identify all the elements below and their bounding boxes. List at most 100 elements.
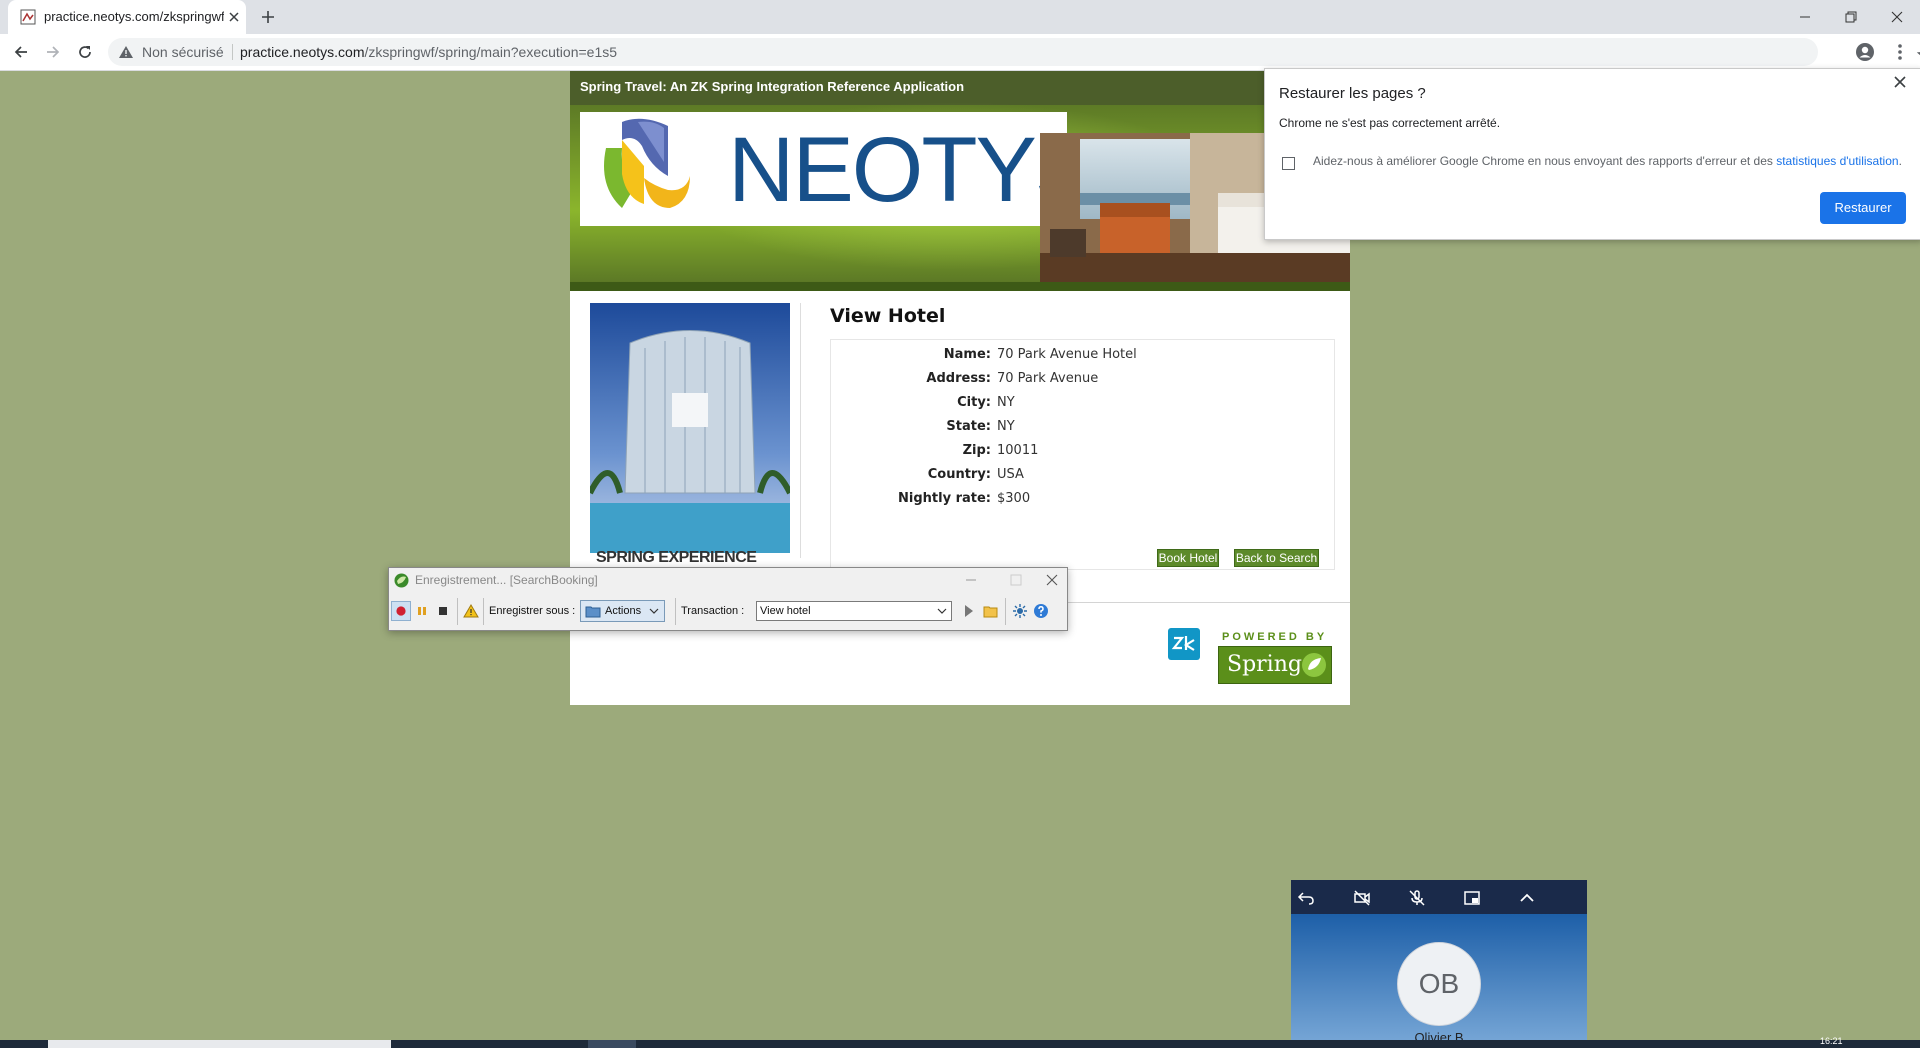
url-text[interactable]: practice.neotys.com/zkspringwf/spring/ma… (240, 44, 617, 60)
usage-stats-checkbox[interactable] (1282, 157, 1295, 170)
actions-dropdown[interactable]: Actions (580, 600, 665, 622)
field-row-city: City: NY (831, 395, 1334, 415)
app-title: Spring Travel: An ZK Spring Integration … (580, 79, 965, 94)
page-favicon-icon (20, 9, 36, 25)
chevron-up-icon[interactable] (1516, 887, 1538, 909)
restore-window-icon[interactable] (1828, 0, 1874, 34)
toolbar-separator (675, 598, 676, 625)
field-row-country: Country: USA (831, 467, 1334, 487)
spring-logo: Spring (1218, 646, 1332, 684)
field-label: Country: (927, 467, 991, 482)
field-row-address: Address: 70 Park Avenue (831, 371, 1334, 391)
bookmark-star-icon[interactable] (1916, 45, 1920, 65)
recording-toolbar-window: Enregistrement... [SearchBooking] Enregi… (388, 567, 1068, 631)
help-icon[interactable] (1031, 601, 1051, 621)
reload-icon[interactable] (74, 41, 96, 63)
open-folder-icon[interactable] (981, 601, 1001, 621)
taskbar-item[interactable] (48, 1040, 391, 1048)
field-label: Zip: (962, 443, 991, 458)
field-value: 70 Park Avenue (997, 371, 1099, 386)
warning-icon[interactable] (461, 601, 481, 621)
video-call-window: OB Olivier B (1291, 880, 1587, 1048)
microphone-off-icon[interactable] (1406, 887, 1428, 909)
transaction-label: Transaction : (681, 605, 745, 617)
recorder-minimize-icon[interactable] (955, 570, 987, 590)
field-value: NY (997, 395, 1015, 410)
hotel-building-photo: SPRING EXPERIENCE (590, 303, 790, 568)
field-value: 10011 (997, 443, 1039, 458)
restore-pages-dialog: Restaurer les pages ? Chrome ne s'est pa… (1264, 68, 1920, 240)
recorder-title: Enregistrement... [SearchBooking] (415, 573, 598, 587)
back-to-search-button[interactable]: Back to Search (1234, 549, 1319, 567)
actions-label: Actions (605, 605, 642, 617)
content-divider (800, 303, 801, 558)
restore-button[interactable]: Restaurer (1820, 192, 1906, 224)
browser-tab-strip: practice.neotys.com/zkspringwf/ (0, 0, 1920, 34)
forward-arrow-icon[interactable] (42, 41, 64, 63)
field-label: Nightly rate: (898, 491, 991, 506)
toolbar-separator (1005, 598, 1006, 625)
taskbar-clock: 16:21 (1820, 1036, 1843, 1046)
url-host: practice.neotys.com (240, 44, 365, 60)
camera-off-icon[interactable] (1351, 887, 1373, 909)
usage-stats-end: . (1898, 154, 1902, 168)
restore-message: Chrome ne s'est pas correctement arrêté. (1279, 116, 1501, 130)
toolbar-separator (457, 598, 458, 625)
taskbar-item[interactable] (588, 1040, 636, 1048)
chrome-menu-icon[interactable] (1890, 42, 1910, 62)
toolbar-separator (483, 598, 484, 625)
browser-toolbar: Non sécurisé practice.neotys.com/zksprin… (0, 34, 1920, 71)
field-row-state: State: NY (831, 419, 1334, 439)
recorder-maximize-icon (1000, 570, 1032, 590)
neoload-app-icon (394, 573, 409, 588)
neotys-logo: NEOTYS (580, 112, 1096, 226)
picture-in-picture-icon[interactable] (1461, 887, 1483, 909)
field-row-zip: Zip: 10011 (831, 443, 1334, 463)
usage-stats-link[interactable]: statistiques d'utilisation (1776, 154, 1898, 168)
pause-icon[interactable] (412, 601, 432, 621)
spring-logo-text: Spring (1227, 652, 1302, 677)
close-window-icon[interactable] (1874, 0, 1920, 34)
field-label: State: (946, 419, 991, 434)
recorder-close-icon[interactable] (1036, 570, 1068, 590)
field-value: USA (997, 467, 1024, 482)
address-bar[interactable]: Non sécurisé practice.neotys.com/zksprin… (108, 38, 1920, 66)
transaction-combobox[interactable]: View hotel (756, 601, 952, 621)
field-row-nightly-rate: Nightly rate: $300 (831, 491, 1334, 511)
restore-title: Restaurer les pages ? (1279, 85, 1426, 102)
field-value: 70 Park Avenue Hotel (997, 347, 1137, 362)
usage-stats-label: Aidez-nous à améliorer Google Chrome en … (1313, 154, 1902, 168)
powered-by-label: POWERED BY (1222, 631, 1328, 643)
field-label: Name: (943, 347, 991, 362)
stop-icon[interactable] (433, 601, 453, 621)
folder-icon (585, 604, 601, 618)
minimize-window-icon[interactable] (1782, 0, 1828, 34)
chevron-down-icon[interactable] (937, 607, 947, 615)
book-hotel-button[interactable]: Book Hotel (1157, 549, 1219, 567)
address-separator (232, 44, 233, 60)
header-bottom-bar (570, 282, 1350, 291)
browser-tab[interactable]: practice.neotys.com/zkspringwf/ (8, 0, 246, 34)
close-icon[interactable] (1893, 75, 1907, 89)
tab-close-icon[interactable] (226, 9, 242, 25)
record-icon[interactable] (391, 601, 411, 621)
return-to-call-icon[interactable] (1295, 887, 1317, 909)
warning-icon[interactable] (118, 45, 134, 59)
zk-logo-icon (1168, 628, 1200, 660)
taskbar: 16:21 (0, 1036, 1920, 1048)
back-arrow-icon[interactable] (10, 41, 32, 63)
security-label[interactable]: Non sécurisé (142, 44, 224, 60)
page-heading: View Hotel (830, 305, 946, 327)
profile-icon[interactable] (1855, 42, 1875, 62)
usage-stats-text: Aidez-nous à améliorer Google Chrome en … (1313, 154, 1777, 168)
settings-icon[interactable] (1010, 601, 1030, 621)
next-transaction-icon[interactable] (959, 601, 979, 621)
field-label: Address: (926, 371, 991, 386)
field-value: NY (997, 419, 1015, 434)
transaction-value: View hotel (760, 605, 811, 617)
new-tab-icon[interactable] (258, 7, 278, 27)
photo-caption: SPRING EXPERIENCE (596, 549, 757, 566)
hotel-details-panel: Name: 70 Park Avenue Hotel Address: 70 P… (830, 339, 1335, 570)
avatar: OB (1397, 942, 1481, 1026)
save-under-label: Enregistrer sous : (489, 605, 576, 617)
